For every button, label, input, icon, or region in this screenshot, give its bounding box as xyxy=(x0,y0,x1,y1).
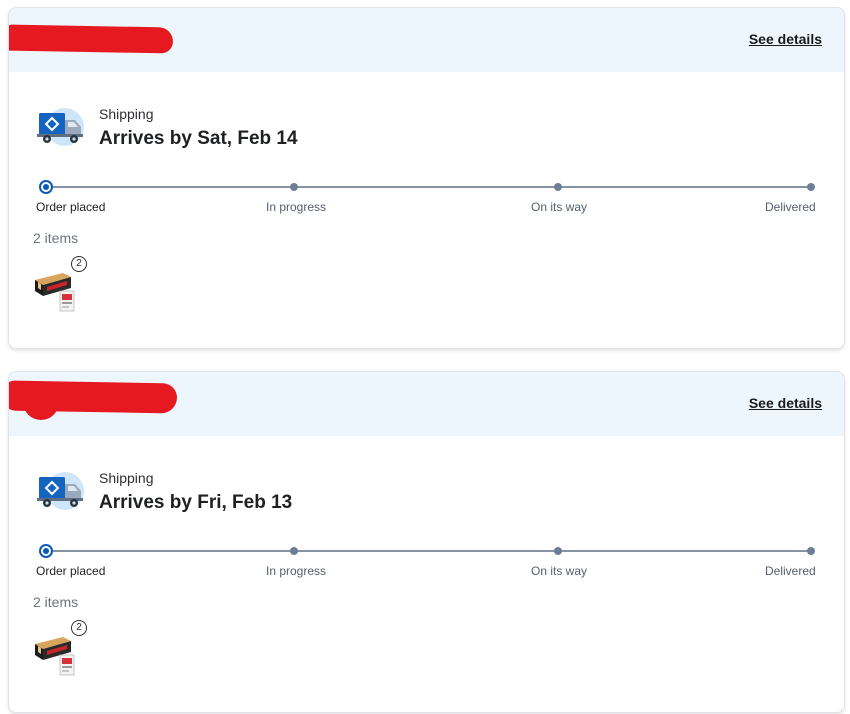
progress-step-dot-order-placed xyxy=(39,544,53,558)
progress-step-dot-order-placed xyxy=(39,180,53,194)
items-count: 2 items xyxy=(33,230,79,246)
redacted-order-title-mark xyxy=(23,402,59,420)
arrival-date: Arrives by Sat, Feb 14 xyxy=(99,128,298,149)
order-card-header: See details xyxy=(9,8,844,72)
order-card: See details Shipping Arrives by Sat, Feb… xyxy=(8,7,845,349)
progress-track xyxy=(43,186,812,188)
progress-step-label: Order placed xyxy=(36,200,106,214)
progress-step-dot-delivered xyxy=(807,183,815,191)
progress-step-dot-in-progress xyxy=(290,547,298,555)
see-details-link[interactable]: See details xyxy=(749,31,822,47)
progress-step-dot-on-its-way xyxy=(554,547,562,555)
progress-step-dot-in-progress xyxy=(290,183,298,191)
fulfillment-method: Shipping xyxy=(99,470,154,486)
progress-step-dot-on-its-way xyxy=(554,183,562,191)
progress-step-label: Order placed xyxy=(36,564,106,578)
order-progress-tracker xyxy=(39,180,815,194)
progress-track xyxy=(43,550,812,552)
progress-step-label: On its way xyxy=(531,200,588,214)
delivery-truck-icon xyxy=(37,472,85,512)
progress-step-label: In progress xyxy=(266,564,327,578)
order-card: See details Shipping Arrives by Fri, Feb… xyxy=(8,371,845,713)
order-card-header: See details xyxy=(9,372,844,436)
progress-step-label: Delivered xyxy=(765,200,816,214)
progress-step-label: In progress xyxy=(266,200,327,214)
progress-step-label: Delivered xyxy=(765,564,816,578)
progress-step-dot-delivered xyxy=(807,547,815,555)
arrival-date: Arrives by Fri, Feb 13 xyxy=(99,492,293,513)
see-details-link[interactable]: See details xyxy=(749,395,822,411)
quantity-badge: 2 xyxy=(71,620,87,636)
redacted-order-title xyxy=(9,24,174,54)
items-count: 2 items xyxy=(33,594,79,610)
quantity-badge: 2 xyxy=(71,256,87,272)
order-progress-tracker xyxy=(39,544,815,558)
fulfillment-method: Shipping xyxy=(99,106,154,122)
progress-step-label: On its way xyxy=(531,564,588,578)
delivery-truck-icon xyxy=(37,108,85,148)
